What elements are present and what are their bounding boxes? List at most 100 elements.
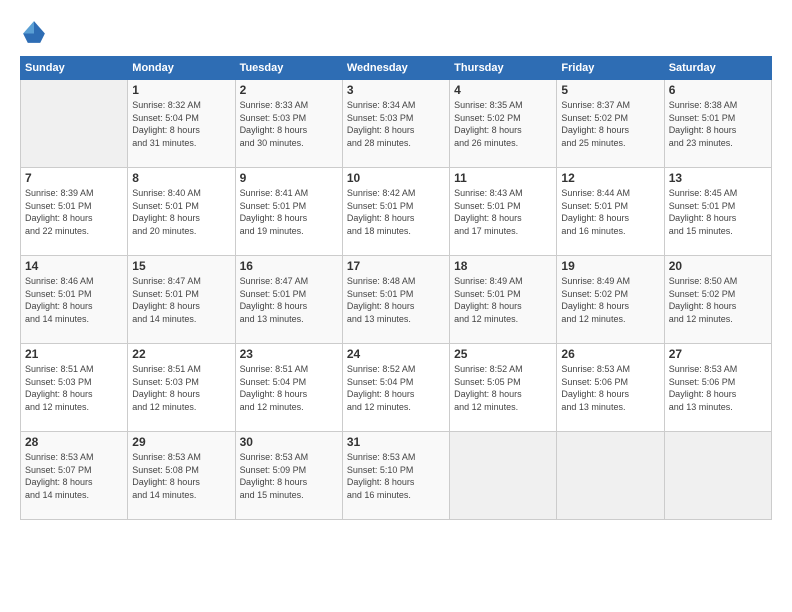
day-info: Sunrise: 8:44 AM Sunset: 5:01 PM Dayligh… <box>561 187 659 237</box>
day-info: Sunrise: 8:49 AM Sunset: 5:02 PM Dayligh… <box>561 275 659 325</box>
day-info: Sunrise: 8:48 AM Sunset: 5:01 PM Dayligh… <box>347 275 445 325</box>
day-cell: 20 Sunrise: 8:50 AM Sunset: 5:02 PM Dayli… <box>664 256 771 344</box>
day-info: Sunrise: 8:53 AM Sunset: 5:08 PM Dayligh… <box>132 451 230 501</box>
day-cell: 9 Sunrise: 8:41 AM Sunset: 5:01 PM Daylig… <box>235 168 342 256</box>
day-number: 7 <box>25 171 123 185</box>
day-number: 2 <box>240 83 338 97</box>
day-info: Sunrise: 8:53 AM Sunset: 5:09 PM Dayligh… <box>240 451 338 501</box>
day-info: Sunrise: 8:34 AM Sunset: 5:03 PM Dayligh… <box>347 99 445 149</box>
day-cell: 23 Sunrise: 8:51 AM Sunset: 5:04 PM Dayli… <box>235 344 342 432</box>
day-cell: 1 Sunrise: 8:32 AM Sunset: 5:04 PM Daylig… <box>128 80 235 168</box>
day-info: Sunrise: 8:51 AM Sunset: 5:03 PM Dayligh… <box>25 363 123 413</box>
day-info: Sunrise: 8:39 AM Sunset: 5:01 PM Dayligh… <box>25 187 123 237</box>
day-number: 27 <box>669 347 767 361</box>
weekday-header-saturday: Saturday <box>664 57 771 80</box>
day-number: 23 <box>240 347 338 361</box>
day-number: 26 <box>561 347 659 361</box>
weekday-header-thursday: Thursday <box>450 57 557 80</box>
day-info: Sunrise: 8:46 AM Sunset: 5:01 PM Dayligh… <box>25 275 123 325</box>
day-info: Sunrise: 8:41 AM Sunset: 5:01 PM Dayligh… <box>240 187 338 237</box>
day-info: Sunrise: 8:51 AM Sunset: 5:03 PM Dayligh… <box>132 363 230 413</box>
day-number: 5 <box>561 83 659 97</box>
day-number: 31 <box>347 435 445 449</box>
day-info: Sunrise: 8:47 AM Sunset: 5:01 PM Dayligh… <box>240 275 338 325</box>
day-number: 30 <box>240 435 338 449</box>
day-info: Sunrise: 8:33 AM Sunset: 5:03 PM Dayligh… <box>240 99 338 149</box>
day-info: Sunrise: 8:42 AM Sunset: 5:01 PM Dayligh… <box>347 187 445 237</box>
day-cell: 14 Sunrise: 8:46 AM Sunset: 5:01 PM Dayli… <box>21 256 128 344</box>
logo <box>20 18 52 46</box>
day-info: Sunrise: 8:53 AM Sunset: 5:10 PM Dayligh… <box>347 451 445 501</box>
day-cell: 17 Sunrise: 8:48 AM Sunset: 5:01 PM Dayli… <box>342 256 449 344</box>
day-info: Sunrise: 8:49 AM Sunset: 5:01 PM Dayligh… <box>454 275 552 325</box>
day-number: 24 <box>347 347 445 361</box>
day-cell <box>557 432 664 520</box>
day-cell <box>450 432 557 520</box>
weekday-row: SundayMondayTuesdayWednesdayThursdayFrid… <box>21 57 772 80</box>
day-info: Sunrise: 8:43 AM Sunset: 5:01 PM Dayligh… <box>454 187 552 237</box>
day-cell: 4Sunrise: 8:35 AM Sunset: 5:02 PM Daylig… <box>450 80 557 168</box>
day-info: Sunrise: 8:38 AM Sunset: 5:01 PM Dayligh… <box>669 99 767 149</box>
week-row-1: 1 Sunrise: 8:32 AM Sunset: 5:04 PM Daylig… <box>21 80 772 168</box>
calendar-table: SundayMondayTuesdayWednesdayThursdayFrid… <box>20 56 772 520</box>
page: SundayMondayTuesdayWednesdayThursdayFrid… <box>0 0 792 612</box>
day-number: 28 <box>25 435 123 449</box>
day-cell: 29 Sunrise: 8:53 AM Sunset: 5:08 PM Dayli… <box>128 432 235 520</box>
week-row-4: 21 Sunrise: 8:51 AM Sunset: 5:03 PM Dayli… <box>21 344 772 432</box>
calendar-body: 1 Sunrise: 8:32 AM Sunset: 5:04 PM Daylig… <box>21 80 772 520</box>
day-number: 12 <box>561 171 659 185</box>
day-cell: 18 Sunrise: 8:49 AM Sunset: 5:01 PM Dayli… <box>450 256 557 344</box>
day-cell: 24 Sunrise: 8:52 AM Sunset: 5:04 PM Dayli… <box>342 344 449 432</box>
day-cell: 31 Sunrise: 8:53 AM Sunset: 5:10 PM Dayli… <box>342 432 449 520</box>
day-cell: 26 Sunrise: 8:53 AM Sunset: 5:06 PM Dayli… <box>557 344 664 432</box>
day-cell: 27 Sunrise: 8:53 AM Sunset: 5:06 PM Dayli… <box>664 344 771 432</box>
weekday-header-sunday: Sunday <box>21 57 128 80</box>
day-cell: 5 Sunrise: 8:37 AM Sunset: 5:02 PM Daylig… <box>557 80 664 168</box>
day-cell <box>21 80 128 168</box>
day-info: Sunrise: 8:47 AM Sunset: 5:01 PM Dayligh… <box>132 275 230 325</box>
day-cell <box>664 432 771 520</box>
day-cell: 15 Sunrise: 8:47 AM Sunset: 5:01 PM Dayli… <box>128 256 235 344</box>
day-number: 16 <box>240 259 338 273</box>
day-cell: 16 Sunrise: 8:47 AM Sunset: 5:01 PM Dayli… <box>235 256 342 344</box>
day-number: 18 <box>454 259 552 273</box>
day-info: Sunrise: 8:52 AM Sunset: 5:05 PM Dayligh… <box>454 363 552 413</box>
week-row-3: 14 Sunrise: 8:46 AM Sunset: 5:01 PM Dayli… <box>21 256 772 344</box>
header <box>20 18 772 46</box>
day-number: 13 <box>669 171 767 185</box>
logo-icon <box>20 18 48 46</box>
day-info: Sunrise: 8:40 AM Sunset: 5:01 PM Dayligh… <box>132 187 230 237</box>
day-info: Sunrise: 8:51 AM Sunset: 5:04 PM Dayligh… <box>240 363 338 413</box>
weekday-header-monday: Monday <box>128 57 235 80</box>
day-number: 1 <box>132 83 230 97</box>
day-info: Sunrise: 8:50 AM Sunset: 5:02 PM Dayligh… <box>669 275 767 325</box>
day-cell: 6 Sunrise: 8:38 AM Sunset: 5:01 PM Daylig… <box>664 80 771 168</box>
day-info: Sunrise: 8:53 AM Sunset: 5:06 PM Dayligh… <box>561 363 659 413</box>
day-number: 21 <box>25 347 123 361</box>
day-number: 17 <box>347 259 445 273</box>
day-number: 14 <box>25 259 123 273</box>
day-number: 15 <box>132 259 230 273</box>
day-info: Sunrise: 8:52 AM Sunset: 5:04 PM Dayligh… <box>347 363 445 413</box>
day-cell: 21 Sunrise: 8:51 AM Sunset: 5:03 PM Dayli… <box>21 344 128 432</box>
day-number: 9 <box>240 171 338 185</box>
day-number: 10 <box>347 171 445 185</box>
day-info: Sunrise: 8:53 AM Sunset: 5:06 PM Dayligh… <box>669 363 767 413</box>
day-number: 29 <box>132 435 230 449</box>
day-number: 19 <box>561 259 659 273</box>
day-cell: 13Sunrise: 8:45 AM Sunset: 5:01 PM Dayli… <box>664 168 771 256</box>
day-info: Sunrise: 8:32 AM Sunset: 5:04 PM Dayligh… <box>132 99 230 149</box>
day-number: 4 <box>454 83 552 97</box>
day-number: 8 <box>132 171 230 185</box>
day-cell: 7 Sunrise: 8:39 AM Sunset: 5:01 PM Daylig… <box>21 168 128 256</box>
week-row-5: 28Sunrise: 8:53 AM Sunset: 5:07 PM Dayli… <box>21 432 772 520</box>
day-number: 6 <box>669 83 767 97</box>
day-cell: 30 Sunrise: 8:53 AM Sunset: 5:09 PM Dayli… <box>235 432 342 520</box>
weekday-header-wednesday: Wednesday <box>342 57 449 80</box>
weekday-header-friday: Friday <box>557 57 664 80</box>
day-info: Sunrise: 8:37 AM Sunset: 5:02 PM Dayligh… <box>561 99 659 149</box>
calendar-header: SundayMondayTuesdayWednesdayThursdayFrid… <box>21 57 772 80</box>
day-number: 20 <box>669 259 767 273</box>
day-cell: 28Sunrise: 8:53 AM Sunset: 5:07 PM Dayli… <box>21 432 128 520</box>
day-cell: 10 Sunrise: 8:42 AM Sunset: 5:01 PM Dayli… <box>342 168 449 256</box>
